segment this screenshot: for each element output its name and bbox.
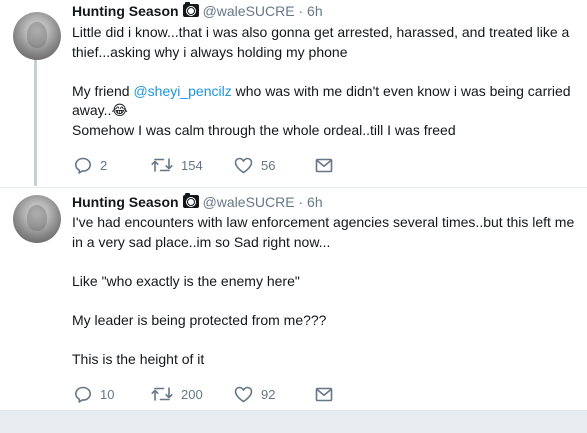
user-handle[interactable]: @waleSUCRE <box>203 3 295 19</box>
tweet[interactable]: Hunting Season @waleSUCRE · 6h Little did… <box>0 0 587 188</box>
separator-dot: · <box>298 194 304 210</box>
retweet-button[interactable]: 200 <box>151 386 203 402</box>
direct-message-icon <box>315 158 333 172</box>
tweet-paragraph: Like "who exactly is the enemy here" <box>72 272 300 289</box>
direct-message-button[interactable] <box>315 387 333 402</box>
text-span: My friend <box>72 82 134 99</box>
like-button[interactable]: 92 <box>234 386 275 403</box>
tweet-text: I've had encounters with law enforcement… <box>72 213 577 369</box>
display-name[interactable]: Hunting Season <box>72 3 179 19</box>
tweet-paragraph: This is the height of it <box>72 350 205 367</box>
separator-dot: · <box>298 3 304 19</box>
like-count: 92 <box>261 386 276 402</box>
retweet-icon <box>151 158 173 172</box>
like-button[interactable]: 56 <box>234 157 275 174</box>
laughing-tears-emoji: 😂 <box>111 102 128 118</box>
retweet-button[interactable]: 154 <box>151 157 203 173</box>
tweet-header: Hunting Season @waleSUCRE · 6h <box>72 193 323 211</box>
camera-icon <box>182 2 199 17</box>
tweet-paragraph: Somehow I was calm through the whole ord… <box>72 121 456 138</box>
timestamp[interactable]: 6h <box>307 194 323 210</box>
retweet-icon <box>151 387 173 401</box>
display-name[interactable]: Hunting Season <box>72 194 179 210</box>
tweet-paragraph: My leader is being protected from me??? <box>72 311 327 328</box>
direct-message-icon <box>315 387 333 401</box>
avatar[interactable] <box>13 12 61 60</box>
tweet-paragraph: Little did i know...that i was also gonn… <box>72 24 570 60</box>
heart-icon <box>234 157 253 173</box>
tweet-header: Hunting Season @waleSUCRE · 6h <box>72 2 323 20</box>
tweet-paragraph: My friend @sheyi_pencilz who was with me… <box>72 82 577 121</box>
reply-button[interactable]: 2 <box>74 157 107 174</box>
reply-count: 2 <box>100 157 108 173</box>
mention-link[interactable]: @sheyi_pencilz <box>133 83 231 99</box>
reply-icon <box>75 386 91 403</box>
tweet-text: Little did i know...that i was also gonn… <box>72 23 577 140</box>
avatar[interactable] <box>13 195 61 243</box>
tweet-paragraph: I've had encounters with law enforcement… <box>72 214 575 250</box>
like-count: 56 <box>261 157 276 173</box>
tweet[interactable]: Hunting Season @waleSUCRE · 6h I've had e… <box>0 188 587 410</box>
heart-icon <box>234 386 253 402</box>
user-handle[interactable]: @waleSUCRE <box>203 194 295 210</box>
retweet-count: 154 <box>181 157 203 173</box>
retweet-count: 200 <box>181 386 203 402</box>
reply-count: 10 <box>100 386 115 402</box>
camera-icon <box>182 193 199 208</box>
reply-button[interactable]: 10 <box>74 386 114 403</box>
bottom-divider <box>0 410 587 433</box>
direct-message-button[interactable] <box>315 158 333 173</box>
reply-icon <box>75 157 91 174</box>
timestamp[interactable]: 6h <box>307 3 323 19</box>
